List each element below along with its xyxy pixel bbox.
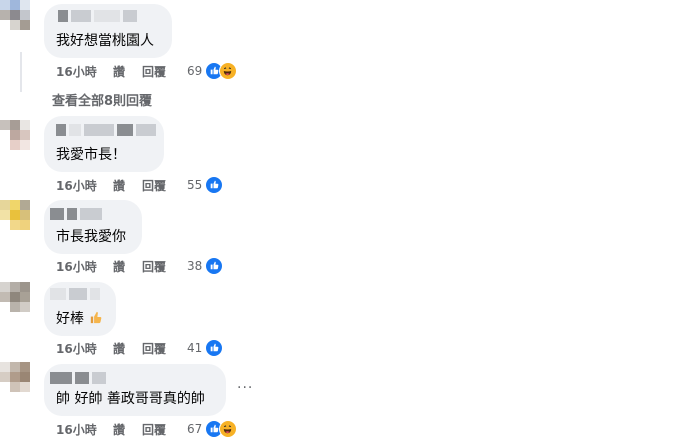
comment-time[interactable]: 16小時 bbox=[56, 259, 97, 275]
reply-button[interactable]: 回覆 bbox=[142, 178, 166, 194]
comment-time[interactable]: 16小時 bbox=[56, 64, 97, 80]
avatar[interactable] bbox=[0, 362, 40, 402]
comment-text: 市長我愛你 bbox=[56, 229, 126, 245]
avatar[interactable] bbox=[0, 120, 40, 160]
thumbs-up-icon bbox=[88, 310, 103, 330]
reaction-count: 38 bbox=[187, 259, 203, 273]
comment-bubble: 好棒 bbox=[44, 282, 116, 336]
reaction-count: 41 bbox=[187, 341, 203, 355]
comment-text: 我愛市長！ bbox=[56, 147, 126, 163]
like-button[interactable]: 讚 bbox=[113, 341, 125, 357]
haha-icon bbox=[219, 62, 238, 80]
comment-text-content: 好棒 bbox=[56, 311, 84, 327]
avatar[interactable] bbox=[0, 282, 40, 322]
like-icon bbox=[205, 257, 224, 275]
reply-button[interactable]: 回覆 bbox=[142, 259, 166, 275]
comment-text: 帥 好帥 善政哥哥真的帥 bbox=[56, 391, 205, 407]
like-icon bbox=[205, 176, 224, 194]
commenter-name[interactable] bbox=[50, 372, 106, 384]
comment-bubble: 市長我愛你 bbox=[44, 200, 142, 254]
like-button[interactable]: 讚 bbox=[113, 422, 125, 438]
avatar[interactable] bbox=[0, 0, 40, 40]
avatar[interactable] bbox=[0, 200, 40, 240]
reaction-count: 69 bbox=[187, 64, 203, 78]
reaction-summary[interactable]: 55 bbox=[187, 176, 224, 194]
comment-bubble: 我好想當桃園人 bbox=[44, 4, 172, 58]
reply-button[interactable]: 回覆 bbox=[142, 64, 166, 80]
thread-line bbox=[20, 52, 22, 92]
like-icon bbox=[205, 339, 224, 357]
reply-button[interactable]: 回覆 bbox=[142, 422, 166, 438]
reaction-count: 55 bbox=[187, 178, 203, 192]
more-options-button[interactable]: ··· bbox=[237, 380, 253, 396]
comments-panel: 我好想當桃園人 16小時 讚 回覆 69 查看全部8則回覆 我愛市長！ 16小時… bbox=[0, 0, 678, 446]
reaction-summary[interactable]: 69 bbox=[187, 62, 238, 80]
haha-icon bbox=[219, 420, 238, 438]
reply-button[interactable]: 回覆 bbox=[142, 341, 166, 357]
comment-text: 我好想當桃園人 bbox=[56, 33, 154, 49]
view-all-replies-link[interactable]: 查看全部8則回覆 bbox=[52, 90, 152, 109]
commenter-name[interactable] bbox=[56, 124, 156, 136]
like-button[interactable]: 讚 bbox=[113, 178, 125, 194]
like-button[interactable]: 讚 bbox=[113, 64, 125, 80]
comment-time[interactable]: 16小時 bbox=[56, 341, 97, 357]
commenter-name[interactable] bbox=[50, 288, 100, 300]
comment-bubble: 我愛市長！ bbox=[44, 116, 164, 172]
comment-time[interactable]: 16小時 bbox=[56, 422, 97, 438]
comment-bubble: 帥 好帥 善政哥哥真的帥 bbox=[44, 364, 226, 416]
reaction-count: 67 bbox=[187, 422, 203, 436]
like-button[interactable]: 讚 bbox=[113, 259, 125, 275]
reaction-summary[interactable]: 67 bbox=[187, 420, 238, 438]
commenter-name[interactable] bbox=[50, 208, 102, 220]
comment-text: 好棒 bbox=[56, 310, 103, 330]
reaction-summary[interactable]: 38 bbox=[187, 257, 224, 275]
commenter-name[interactable] bbox=[58, 10, 137, 22]
comment-time[interactable]: 16小時 bbox=[56, 178, 97, 194]
reaction-summary[interactable]: 41 bbox=[187, 339, 224, 357]
